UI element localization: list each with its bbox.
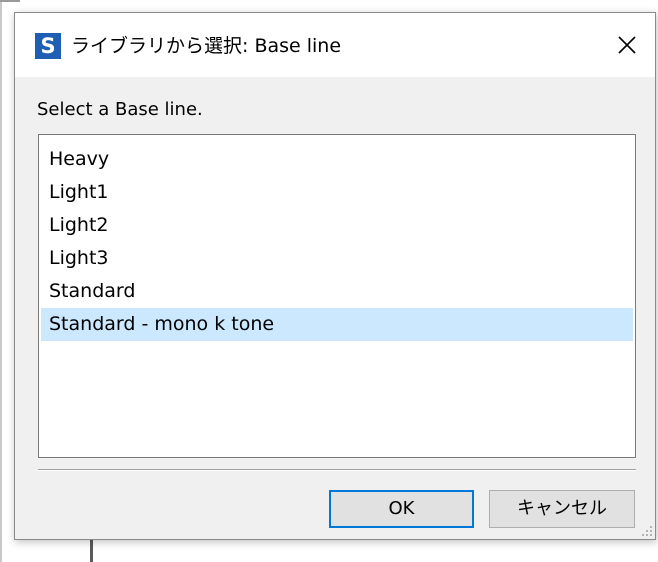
list-item-light3[interactable]: Light3 [41,242,633,275]
background-window-tick [0,0,20,2]
base-line-listbox[interactable]: Heavy Light1 Light2 Light3 Standard Stan… [38,134,636,458]
list-item-standard-mono-k-tone[interactable]: Standard - mono k tone [41,308,633,341]
dialog-titlebar: S ライブラリから選択: Base line [15,13,655,77]
prompt-label: Select a Base line. [37,99,203,120]
app-s-icon: S [35,33,61,59]
resize-grip-icon[interactable] [639,523,653,537]
list-item-heavy[interactable]: Heavy [41,143,633,176]
cancel-button[interactable]: キャンセル [489,490,635,528]
select-from-library-dialog: S ライブラリから選択: Base line Select a Base lin… [14,12,656,540]
list-item-light1[interactable]: Light1 [41,176,633,209]
list-item-standard[interactable]: Standard [41,275,633,308]
background-window-bar [90,540,93,562]
ok-button[interactable]: OK [329,490,474,528]
close-icon [618,36,636,54]
close-button[interactable] [599,13,655,77]
list-item-light2[interactable]: Light2 [41,209,633,242]
separator [38,469,636,471]
background-window-edge [0,0,2,562]
dialog-title: ライブラリから選択: Base line [71,35,342,57]
